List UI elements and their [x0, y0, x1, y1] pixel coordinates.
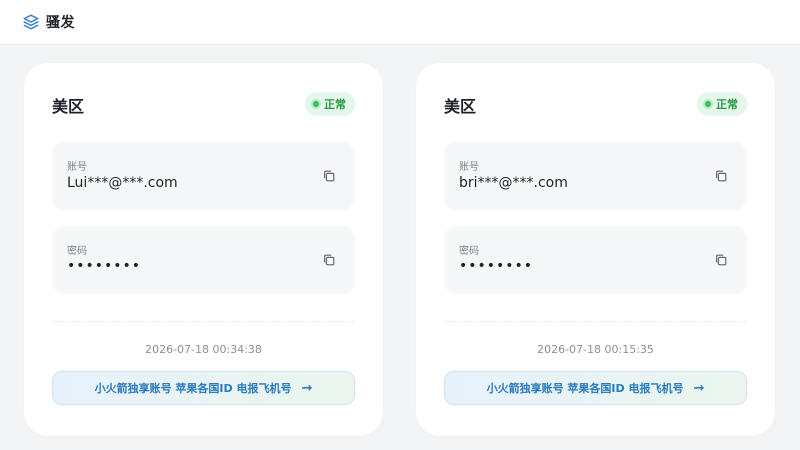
promo-link[interactable]: 小火箭独享账号 苹果各国ID 电报飞机号 → [444, 371, 747, 405]
account-value: bri***@***.com [459, 175, 568, 191]
copy-account-button[interactable] [711, 166, 731, 186]
timestamp: 2026-07-18 00:15:35 [537, 343, 654, 356]
copy-icon [716, 254, 727, 266]
promo-text: 小火箭独享账号 苹果各国ID 电报飞机号 [486, 382, 684, 395]
arrow-right-icon: → [301, 380, 313, 396]
status-badge: 正常 [305, 92, 355, 116]
brand[interactable]: 骚发 [22, 12, 75, 32]
promo-text: 小火箭独享账号 苹果各国ID 电报飞机号 [94, 382, 292, 395]
copy-icon [324, 254, 335, 266]
app-title: 骚发 [46, 15, 75, 31]
password-value: •••••••• [67, 258, 142, 274]
copy-account-button[interactable] [319, 166, 339, 186]
promo-link[interactable]: 小火箭独享账号 苹果各国ID 电报飞机号 → [52, 371, 355, 405]
account-card: 美区 正常 账号 Lui***@***.com 密码 •••••••• 2026… [24, 63, 383, 436]
region-title: 美区 [444, 97, 477, 116]
account-label: 账号 [459, 162, 479, 173]
copy-password-button[interactable] [711, 250, 731, 270]
status-dot-icon [313, 101, 319, 107]
status-dot-icon [705, 101, 711, 107]
password-label: 密码 [67, 246, 87, 257]
status-badge: 正常 [697, 92, 747, 116]
password-label: 密码 [459, 246, 479, 257]
password-field: 密码 •••••••• [52, 226, 355, 294]
password-value: •••••••• [459, 258, 534, 274]
password-field: 密码 •••••••• [444, 226, 747, 294]
arrow-right-icon: → [693, 380, 705, 396]
copy-icon [324, 170, 335, 182]
account-label: 账号 [67, 162, 87, 173]
layers-icon [23, 14, 39, 30]
divider [52, 321, 355, 322]
account-field: 账号 bri***@***.com [444, 142, 747, 210]
status-text: 正常 [716, 98, 738, 111]
account-value: Lui***@***.com [67, 175, 178, 191]
timestamp: 2026-07-18 00:34:38 [145, 343, 262, 356]
account-field: 账号 Lui***@***.com [52, 142, 355, 210]
account-card: 美区 正常 账号 bri***@***.com 密码 •••••••• 2026… [416, 63, 775, 436]
copy-password-button[interactable] [319, 250, 339, 270]
copy-icon [716, 170, 727, 182]
region-title: 美区 [52, 97, 85, 116]
divider [444, 321, 747, 322]
top-bar: 骚发 [0, 0, 800, 44]
status-text: 正常 [324, 98, 346, 111]
